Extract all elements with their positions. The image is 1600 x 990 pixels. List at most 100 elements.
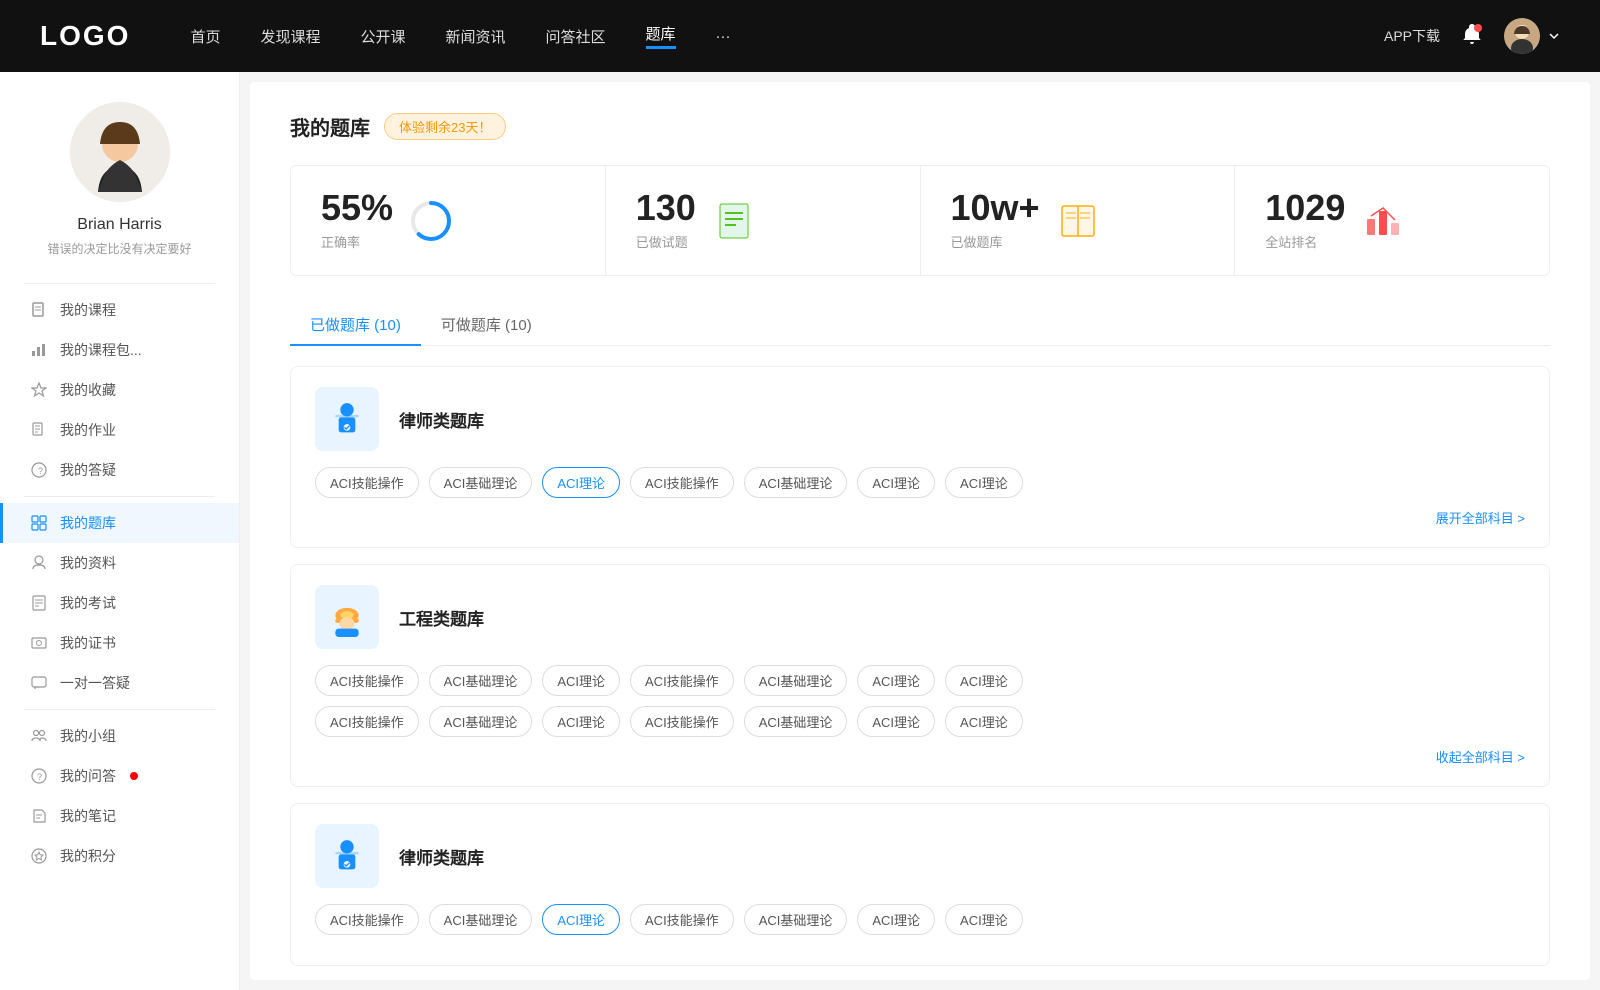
tag-active[interactable]: ACI理论 xyxy=(542,467,620,498)
user-avatar xyxy=(70,102,170,202)
tag[interactable]: ACI基础理论 xyxy=(429,467,533,498)
nav-home[interactable]: 首页 xyxy=(190,26,220,47)
app-download-link[interactable]: APP下载 xyxy=(1384,26,1440,46)
logo[interactable]: LOGO xyxy=(40,20,130,52)
sidebar-item-my-points[interactable]: 我的积分 xyxy=(0,836,239,876)
user-avatar-nav[interactable] xyxy=(1504,18,1560,54)
tag[interactable]: ACI基础理论 xyxy=(429,706,533,737)
stat-value-ranking: 1029 xyxy=(1265,190,1345,226)
stat-value-banks: 10w+ xyxy=(951,190,1040,226)
sidebar-item-label: 我的题库 xyxy=(60,513,116,533)
tag[interactable]: ACI基础理论 xyxy=(744,706,848,737)
tag[interactable]: ACI理论 xyxy=(945,665,1023,696)
tag[interactable]: ACI技能操作 xyxy=(630,467,734,498)
sidebar-item-label: 我的答疑 xyxy=(60,460,116,480)
bank-card-lawyer-2: 律师类题库 ACI技能操作 ACI基础理论 ACI理论 ACI技能操作 ACI基… xyxy=(290,803,1550,966)
nav-right: APP下载 xyxy=(1384,18,1560,54)
stats-row: 55% 正确率 130 已做试题 xyxy=(290,165,1550,276)
user-name: Brian Harris xyxy=(77,216,161,234)
page-header: 我的题库 体验剩余23天！ xyxy=(290,112,1550,141)
sidebar-item-my-questions[interactable]: ? 我的问答 xyxy=(0,756,239,796)
tab-available-banks[interactable]: 可做题库 (10) xyxy=(421,304,552,345)
sidebar-item-course-package[interactable]: 我的课程包... xyxy=(0,330,239,370)
sidebar-item-my-course[interactable]: 我的课程 xyxy=(0,290,239,330)
bank-card-title-lawyer2: 律师类题库 xyxy=(399,844,484,869)
bank-card-header: 律师类题库 xyxy=(315,387,1525,451)
sidebar-item-my-answers[interactable]: ? 我的答疑 xyxy=(0,450,239,490)
tags-row-eng-2: ACI技能操作 ACI基础理论 ACI理论 ACI技能操作 ACI基础理论 AC… xyxy=(315,706,1525,737)
tag[interactable]: ACI理论 xyxy=(542,665,620,696)
sidebar-item-question-bank[interactable]: 我的题库 xyxy=(0,503,239,543)
bank-card-title: 律师类题库 xyxy=(399,407,484,432)
notification-bell[interactable] xyxy=(1460,22,1484,51)
tag[interactable]: ACI技能操作 xyxy=(315,904,419,935)
stat-info-questions: 130 已做试题 xyxy=(636,190,696,251)
tag[interactable]: ACI理论 xyxy=(857,665,935,696)
collapse-button-engineer[interactable]: 收起全部科目 > xyxy=(315,747,1525,766)
nav-news[interactable]: 新闻资讯 xyxy=(446,26,506,47)
nav-more[interactable]: ··· xyxy=(716,28,731,45)
paper-icon xyxy=(30,594,48,612)
tag[interactable]: ACI基础理论 xyxy=(429,665,533,696)
tag[interactable]: ACI理论 xyxy=(945,904,1023,935)
stat-ranking: 1029 全站排名 xyxy=(1235,166,1549,275)
tag[interactable]: ACI基础理论 xyxy=(744,665,848,696)
sidebar-item-certificate[interactable]: 我的证书 xyxy=(0,623,239,663)
sidebar-item-homework[interactable]: 我的作业 xyxy=(0,410,239,450)
sidebar-item-exams[interactable]: 我的考试 xyxy=(0,583,239,623)
trial-badge: 体验剩余23天！ xyxy=(384,113,506,140)
nav-open-course[interactable]: 公开课 xyxy=(360,26,405,47)
sidebar-item-my-group[interactable]: 我的小组 xyxy=(0,716,239,756)
list-doc-icon xyxy=(712,199,756,243)
sidebar-item-label: 我的作业 xyxy=(60,420,116,440)
stat-label-questions: 已做试题 xyxy=(636,232,696,251)
nav-question-bank[interactable]: 题库 xyxy=(646,23,676,49)
tag[interactable]: ACI技能操作 xyxy=(315,665,419,696)
stat-info-ranking: 1029 全站排名 xyxy=(1265,190,1345,251)
chevron-down-icon xyxy=(1548,30,1560,42)
tag[interactable]: ACI理论 xyxy=(857,467,935,498)
stat-questions-done: 130 已做试题 xyxy=(606,166,921,275)
tag[interactable]: ACI基础理论 xyxy=(744,467,848,498)
nav-discover[interactable]: 发现课程 xyxy=(260,26,320,47)
bell-icon xyxy=(1460,22,1484,46)
tag[interactable]: ACI技能操作 xyxy=(315,467,419,498)
chart-bar-icon xyxy=(30,341,48,359)
tag[interactable]: ACI理论 xyxy=(857,706,935,737)
page-title: 我的题库 xyxy=(290,112,370,141)
tag[interactable]: ACI理论 xyxy=(945,706,1023,737)
tab-done-banks[interactable]: 已做题库 (10) xyxy=(290,304,421,345)
tag[interactable]: ACI理论 xyxy=(857,904,935,935)
bank-card-header-lawyer2: 律师类题库 xyxy=(315,824,1525,888)
tag-active[interactable]: ACI理论 xyxy=(542,904,620,935)
tag[interactable]: ACI技能操作 xyxy=(630,904,734,935)
sidebar-item-one-on-one[interactable]: 一对一答疑 xyxy=(0,663,239,703)
nav-qa[interactable]: 问答社区 xyxy=(546,26,606,47)
progress-circle-icon xyxy=(409,199,453,243)
star-icon xyxy=(30,381,48,399)
book-icon xyxy=(1056,199,1100,243)
sidebar-item-label: 我的笔记 xyxy=(60,806,116,826)
sidebar-item-profile[interactable]: 我的资料 xyxy=(0,543,239,583)
lawyer-bank-icon xyxy=(315,387,379,451)
file-icon xyxy=(30,301,48,319)
sidebar-item-label: 我的证书 xyxy=(60,633,116,653)
stat-banks-done: 10w+ 已做题库 xyxy=(921,166,1236,275)
tag[interactable]: ACI技能操作 xyxy=(630,665,734,696)
sidebar-item-favorites[interactable]: 我的收藏 xyxy=(0,370,239,410)
tag[interactable]: ACI基础理论 xyxy=(429,904,533,935)
tag[interactable]: ACI理论 xyxy=(945,467,1023,498)
tag[interactable]: ACI基础理论 xyxy=(744,904,848,935)
question-circle-icon: ? xyxy=(30,461,48,479)
engineer-bank-icon xyxy=(315,585,379,649)
tags-row-eng-1: ACI技能操作 ACI基础理论 ACI理论 ACI技能操作 ACI基础理论 AC… xyxy=(315,665,1525,696)
notification-dot xyxy=(130,772,138,780)
sidebar-item-my-notes[interactable]: 我的笔记 xyxy=(0,796,239,836)
expand-button-lawyer-1[interactable]: 展开全部科目 > xyxy=(315,508,1525,527)
tag[interactable]: ACI理论 xyxy=(542,706,620,737)
tag[interactable]: ACI技能操作 xyxy=(630,706,734,737)
main-layout: Brian Harris 错误的决定比没有决定要好 我的课程 我的课程包... … xyxy=(0,72,1600,990)
svg-text:?: ? xyxy=(37,772,42,782)
bank-card-engineer: 工程类题库 ACI技能操作 ACI基础理论 ACI理论 ACI技能操作 ACI基… xyxy=(290,564,1550,787)
tag[interactable]: ACI技能操作 xyxy=(315,706,419,737)
